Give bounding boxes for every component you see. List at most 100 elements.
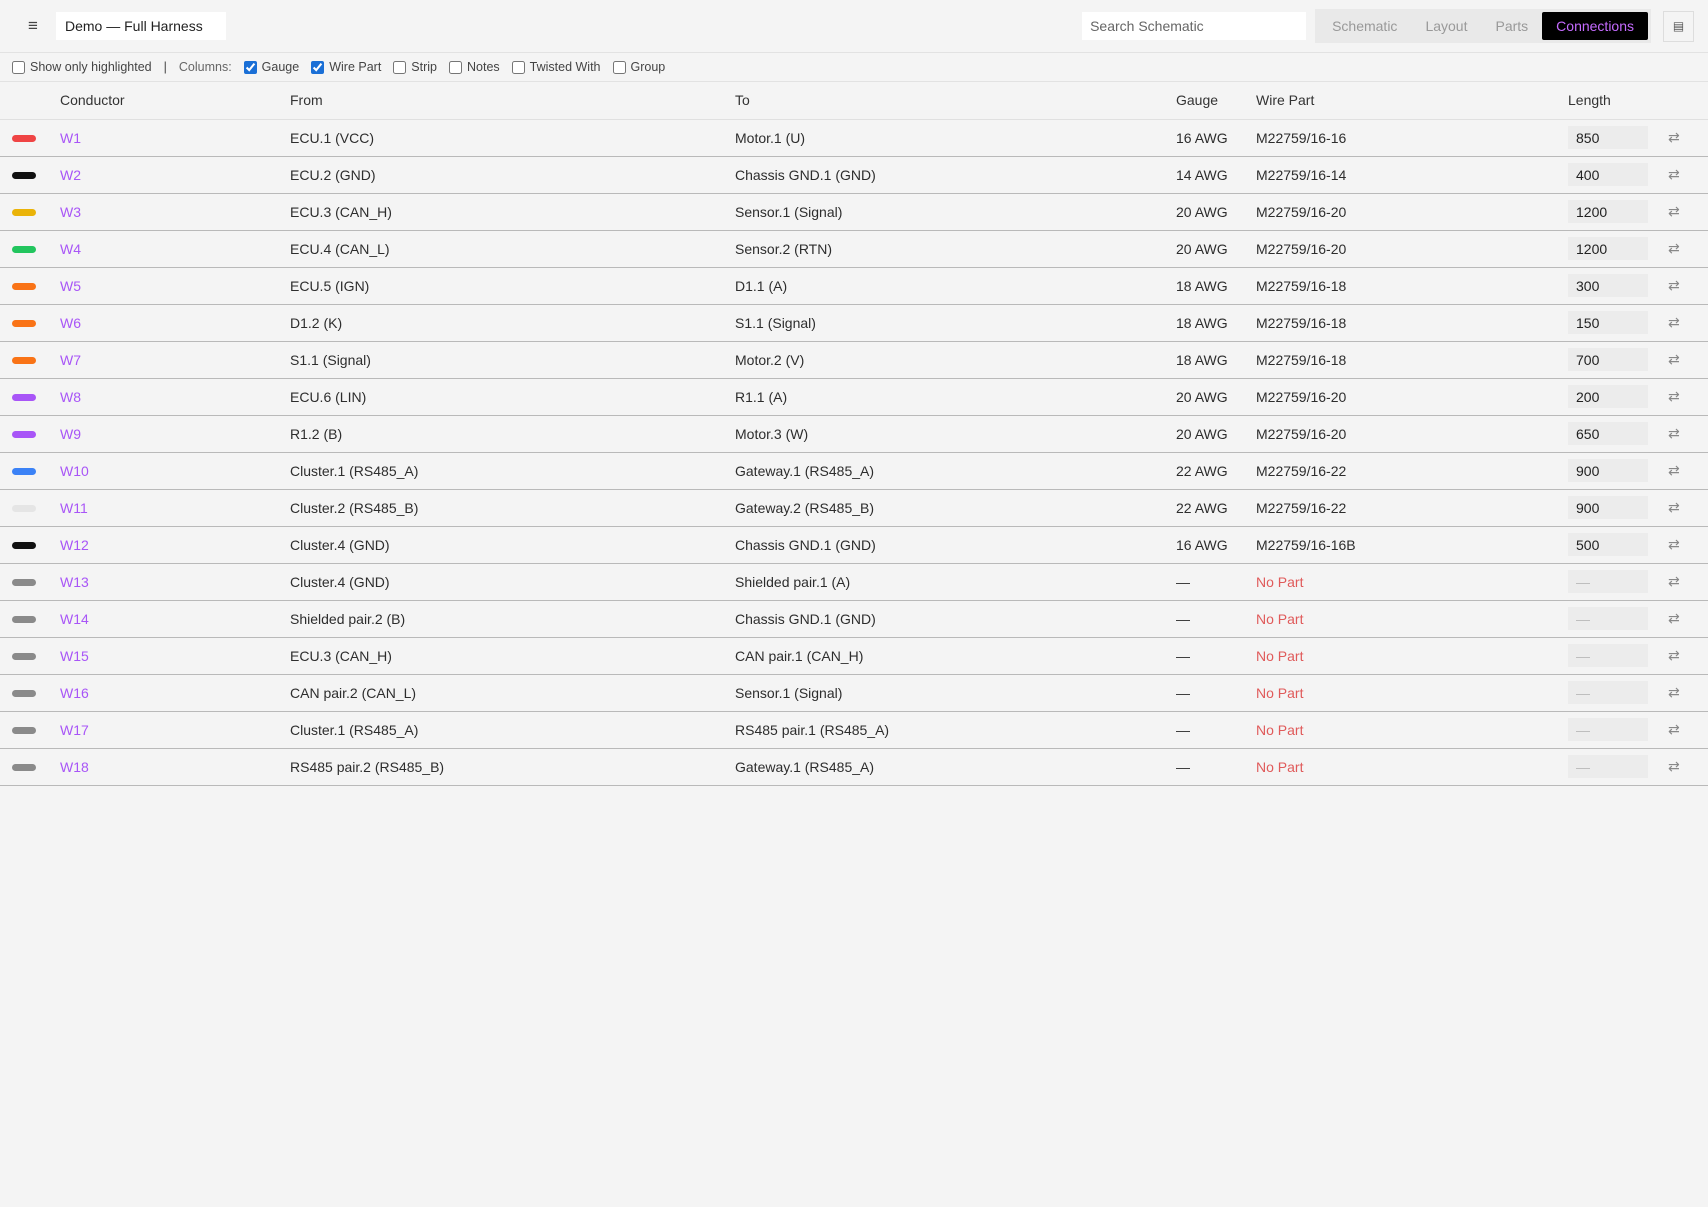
conductor-name[interactable]: W9 (60, 426, 81, 442)
panel-toggle-icon[interactable]: ▤ (1663, 10, 1694, 42)
gauge-cell[interactable]: 18 AWG (1176, 341, 1256, 379)
search-input[interactable] (1090, 18, 1307, 34)
from-pin[interactable]: ECU.4 (CAN_L) (290, 230, 735, 268)
conductor-name[interactable]: W15 (60, 648, 89, 664)
project-name-field[interactable]: Demo — Full Harness (56, 12, 226, 40)
length-input[interactable]: — (1568, 644, 1648, 667)
wire-part-cell[interactable]: No Part (1256, 711, 1568, 749)
swap-direction-icon[interactable]: ⇄ (1668, 563, 1708, 601)
length-input[interactable]: 200 (1568, 385, 1648, 408)
wire-part-cell[interactable]: No Part (1256, 563, 1568, 601)
to-pin[interactable]: Gateway.1 (RS485_A) (735, 748, 1176, 786)
gauge-cell[interactable]: 22 AWG (1176, 452, 1256, 490)
swap-direction-icon[interactable]: ⇄ (1668, 637, 1708, 675)
gauge-cell[interactable]: 16 AWG (1176, 119, 1256, 157)
swap-direction-icon[interactable]: ⇄ (1668, 489, 1708, 527)
length-input[interactable]: — (1568, 718, 1648, 741)
gauge-cell[interactable]: 20 AWG (1176, 378, 1256, 416)
length-input[interactable]: — (1568, 570, 1648, 593)
conductor-name[interactable]: W11 (60, 500, 88, 516)
tab-layout[interactable]: Layout (1411, 12, 1481, 40)
from-pin[interactable]: ECU.6 (LIN) (290, 378, 735, 416)
gauge-cell[interactable]: 14 AWG (1176, 156, 1256, 194)
group-checkbox[interactable] (612, 60, 626, 74)
table-row[interactable]: W11 Cluster.2 (RS485_B) Gateway.2 (RS485_B… (0, 489, 1708, 527)
to-pin[interactable]: Sensor.1 (Signal) (735, 674, 1176, 712)
table-row[interactable]: W15 ECU.3 (CAN_H) CAN pair.1 (CAN_H) — No Pa… (0, 637, 1708, 675)
column-option-notes[interactable]: Notes (449, 60, 500, 74)
swap-direction-icon[interactable]: ⇄ (1668, 156, 1708, 194)
gauge-cell[interactable]: — (1176, 637, 1256, 675)
swap-direction-icon[interactable]: ⇄ (1668, 711, 1708, 749)
from-pin[interactable]: ECU.3 (CAN_H) (290, 637, 735, 675)
wire-part-cell[interactable]: M22759/16-20 (1256, 193, 1568, 231)
wire-part-cell[interactable]: M22759/16-18 (1256, 267, 1568, 305)
length-input[interactable]: — (1568, 607, 1648, 630)
to-pin[interactable]: Sensor.2 (RTN) (735, 230, 1176, 268)
wire-part-cell[interactable]: M22759/16-16 (1256, 119, 1568, 157)
swap-direction-icon[interactable]: ⇄ (1668, 193, 1708, 231)
table-row[interactable]: W9 R1.2 (B) Motor.3 (W) 20 AWG M22759/16-20 6… (0, 415, 1708, 453)
table-row[interactable]: W3 ECU.3 (CAN_H) Sensor.1 (Signal) 20 AWG M2… (0, 193, 1708, 231)
to-pin[interactable]: D1.1 (A) (735, 267, 1176, 305)
gauge-cell[interactable]: — (1176, 674, 1256, 712)
conductor-name[interactable]: W5 (60, 278, 81, 294)
from-pin[interactable]: Cluster.1 (RS485_A) (290, 452, 735, 490)
wire-part-cell[interactable]: M22759/16-20 (1256, 415, 1568, 453)
table-row[interactable]: W7 S1.1 (Signal) Motor.2 (V) 18 AWG M22759/1… (0, 341, 1708, 379)
tab-parts[interactable]: Parts (1481, 12, 1542, 40)
conductor-name[interactable]: W3 (60, 204, 81, 220)
from-pin[interactable]: ECU.5 (IGN) (290, 267, 735, 305)
to-pin[interactable]: Motor.1 (U) (735, 119, 1176, 157)
table-row[interactable]: W4 ECU.4 (CAN_L) Sensor.2 (RTN) 20 AWG M2275… (0, 230, 1708, 268)
conductor-name[interactable]: W2 (60, 167, 81, 183)
wire-part-cell[interactable]: M22759/16-22 (1256, 489, 1568, 527)
length-input[interactable]: 1200 (1568, 237, 1648, 260)
gauge-cell[interactable]: 20 AWG (1176, 193, 1256, 231)
table-row[interactable]: W2 ECU.2 (GND) Chassis GND.1 (GND) 14 AWG M2… (0, 156, 1708, 194)
from-pin[interactable]: Cluster.4 (GND) (290, 563, 735, 601)
table-row[interactable]: W8 ECU.6 (LIN) R1.1 (A) 20 AWG M22759/16-20 2… (0, 378, 1708, 416)
from-pin[interactable]: ECU.3 (CAN_H) (290, 193, 735, 231)
gauge-cell[interactable]: — (1176, 563, 1256, 601)
tab-connections[interactable]: Connections (1542, 12, 1648, 40)
gauge-cell[interactable]: 20 AWG (1176, 415, 1256, 453)
wire-part-cell[interactable]: M22759/16-14 (1256, 156, 1568, 194)
to-pin[interactable]: Sensor.1 (Signal) (735, 193, 1176, 231)
table-row[interactable]: W10 Cluster.1 (RS485_A) Gateway.1 (RS485_A… (0, 452, 1708, 490)
length-input[interactable]: 650 (1568, 422, 1648, 445)
from-pin[interactable]: ECU.1 (VCC) (290, 119, 735, 157)
show-only-highlighted-checkbox[interactable] (12, 60, 25, 74)
to-pin[interactable]: Gateway.1 (RS485_A) (735, 452, 1176, 490)
to-pin[interactable]: RS485 pair.1 (RS485_A) (735, 711, 1176, 749)
header-to[interactable]: To (735, 82, 1176, 120)
length-input[interactable]: 700 (1568, 348, 1648, 371)
column-option-group[interactable]: Group (612, 60, 665, 74)
table-row[interactable]: W18 RS485 pair.2 (RS485_B) Gateway.1 (RS48… (0, 748, 1708, 786)
table-row[interactable]: W6 D1.2 (K) S1.1 (Signal) 18 AWG M22759/16-1… (0, 304, 1708, 342)
swap-direction-icon[interactable]: ⇄ (1668, 415, 1708, 453)
from-pin[interactable]: Cluster.1 (RS485_A) (290, 711, 735, 749)
wire-part-cell[interactable]: M22759/16-20 (1256, 378, 1568, 416)
header-length[interactable]: Length (1568, 82, 1668, 120)
length-input[interactable]: — (1568, 681, 1648, 704)
swap-direction-icon[interactable]: ⇄ (1668, 304, 1708, 342)
wire-part-cell[interactable]: No Part (1256, 674, 1568, 712)
conductor-name[interactable]: W14 (60, 611, 89, 627)
show-only-highlighted-option[interactable]: Show only highlighted (12, 60, 152, 74)
column-option-twisted-with[interactable]: Twisted With (511, 60, 601, 74)
length-input[interactable]: 1200 (1568, 200, 1648, 223)
length-input[interactable]: 400 (1568, 163, 1648, 186)
gauge-cell[interactable]: 16 AWG (1176, 526, 1256, 564)
length-input[interactable]: 900 (1568, 496, 1648, 519)
length-input[interactable]: — (1568, 755, 1648, 778)
table-row[interactable]: W14 Shielded pair.2 (B) Chassis GND.1 (GND… (0, 600, 1708, 638)
to-pin[interactable]: Motor.2 (V) (735, 341, 1176, 379)
table-row[interactable]: W12 Cluster.4 (GND) Chassis GND.1 (GND) 16 … (0, 526, 1708, 564)
swap-direction-icon[interactable]: ⇄ (1668, 341, 1708, 379)
gauge-checkbox[interactable] (243, 60, 257, 74)
header-from[interactable]: From (290, 82, 735, 120)
length-input[interactable]: 850 (1568, 126, 1648, 149)
conductor-name[interactable]: W10 (60, 463, 89, 479)
conductor-name[interactable]: W8 (60, 389, 81, 405)
